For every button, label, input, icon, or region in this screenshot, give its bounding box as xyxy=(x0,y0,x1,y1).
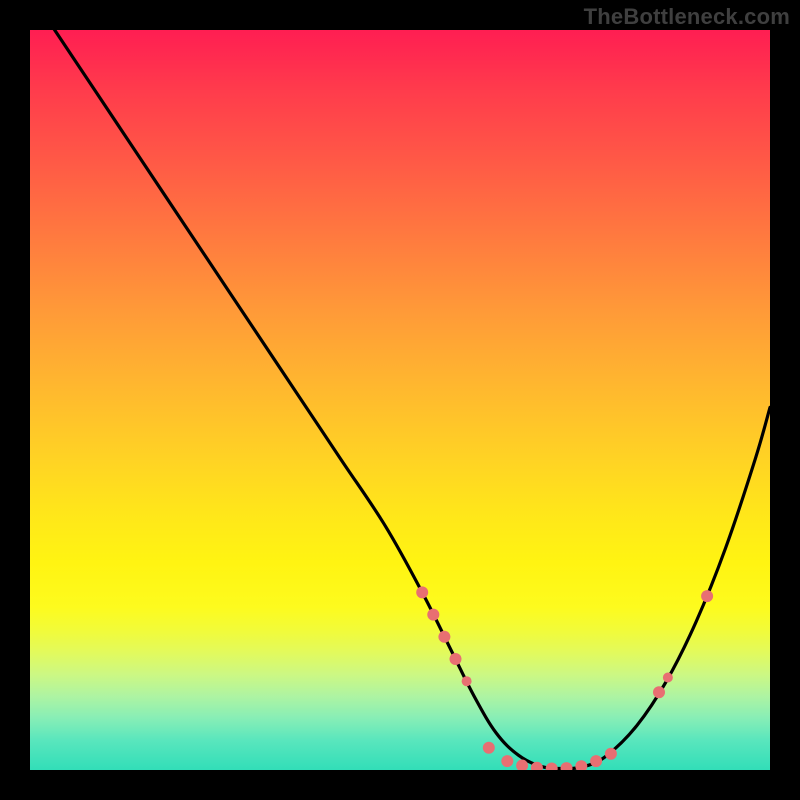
marker-dot xyxy=(590,755,602,767)
marker-dot xyxy=(701,590,713,602)
chart-frame: TheBottleneck.com xyxy=(0,0,800,800)
marker-dot xyxy=(416,586,428,598)
chart-svg xyxy=(30,30,770,770)
marker-dot xyxy=(427,609,439,621)
marker-dot xyxy=(438,631,450,643)
marker-dot xyxy=(605,748,617,760)
marker-dot xyxy=(483,742,495,754)
bottleneck-curve xyxy=(30,30,770,769)
marker-dot xyxy=(546,763,558,770)
marker-dot xyxy=(575,760,587,770)
highlight-markers xyxy=(416,586,713,770)
plot-area xyxy=(30,30,770,770)
marker-dot xyxy=(653,686,665,698)
marker-dot xyxy=(462,676,472,686)
marker-dot xyxy=(450,653,462,665)
marker-dot xyxy=(663,673,673,683)
marker-dot xyxy=(561,762,573,770)
watermark-text: TheBottleneck.com xyxy=(584,4,790,30)
marker-dot xyxy=(501,755,513,767)
